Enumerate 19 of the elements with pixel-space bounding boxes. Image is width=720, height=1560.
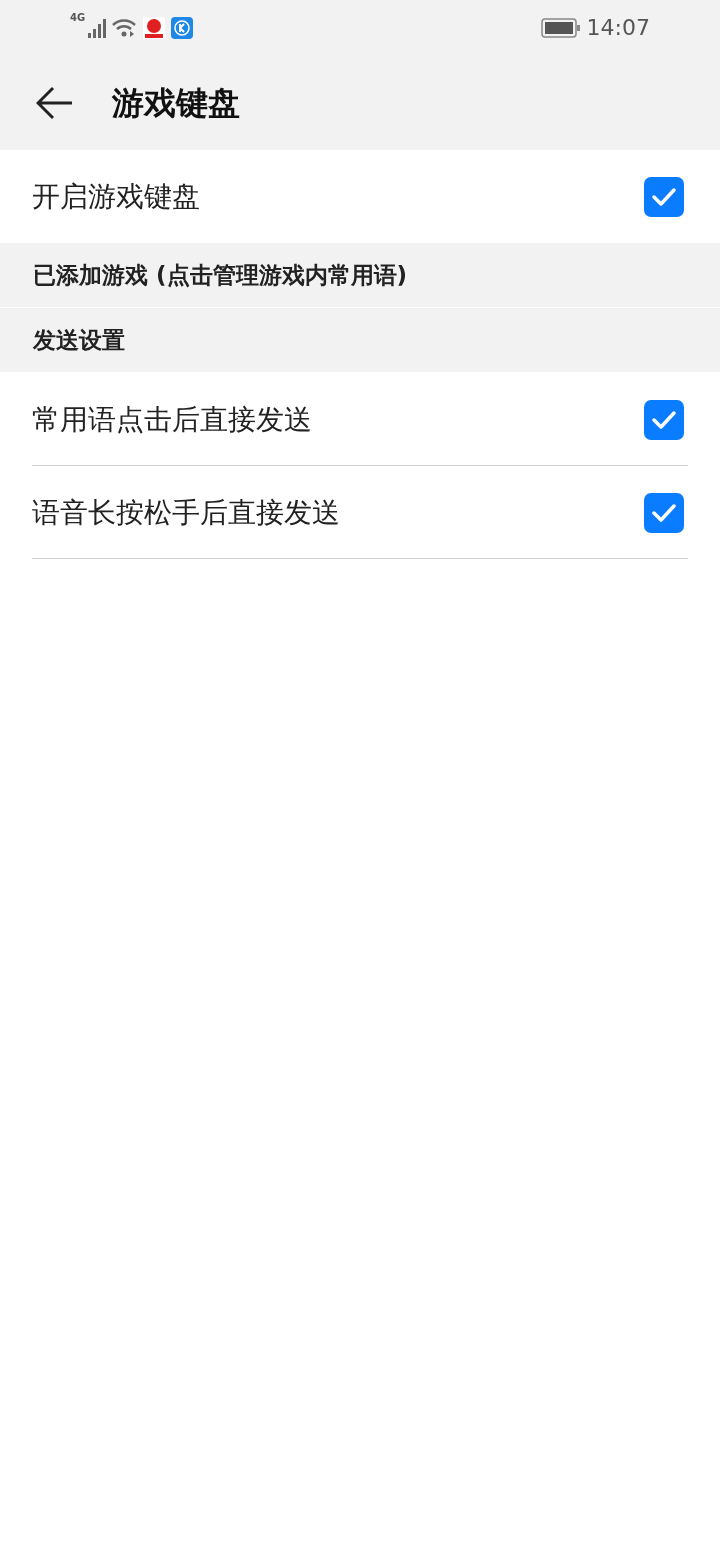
- setting-label: 语音长按松手后直接发送: [32, 494, 341, 531]
- check-icon: [651, 409, 677, 430]
- checkbox[interactable]: [644, 399, 684, 440]
- page-title: 游戏键盘: [112, 82, 240, 124]
- network-label: 4G: [70, 13, 86, 23]
- check-icon: [651, 502, 677, 523]
- app-icon: [171, 16, 194, 39]
- section-header: 已添加游戏 (点击管理游戏内常用语): [33, 260, 408, 290]
- check-icon: [651, 186, 677, 207]
- setting-label: 开启游戏键盘: [32, 178, 201, 215]
- signal-icon: [87, 16, 108, 39]
- section-header: 发送设置: [33, 325, 125, 355]
- battery-icon: [540, 16, 581, 39]
- setting-label: 常用语点击后直接发送: [32, 401, 313, 438]
- checkbox[interactable]: [644, 492, 684, 533]
- back-arrow-icon: [36, 85, 74, 120]
- clock-time: 14:07: [586, 14, 650, 42]
- app-icon: [143, 16, 166, 39]
- checkbox[interactable]: [644, 176, 684, 217]
